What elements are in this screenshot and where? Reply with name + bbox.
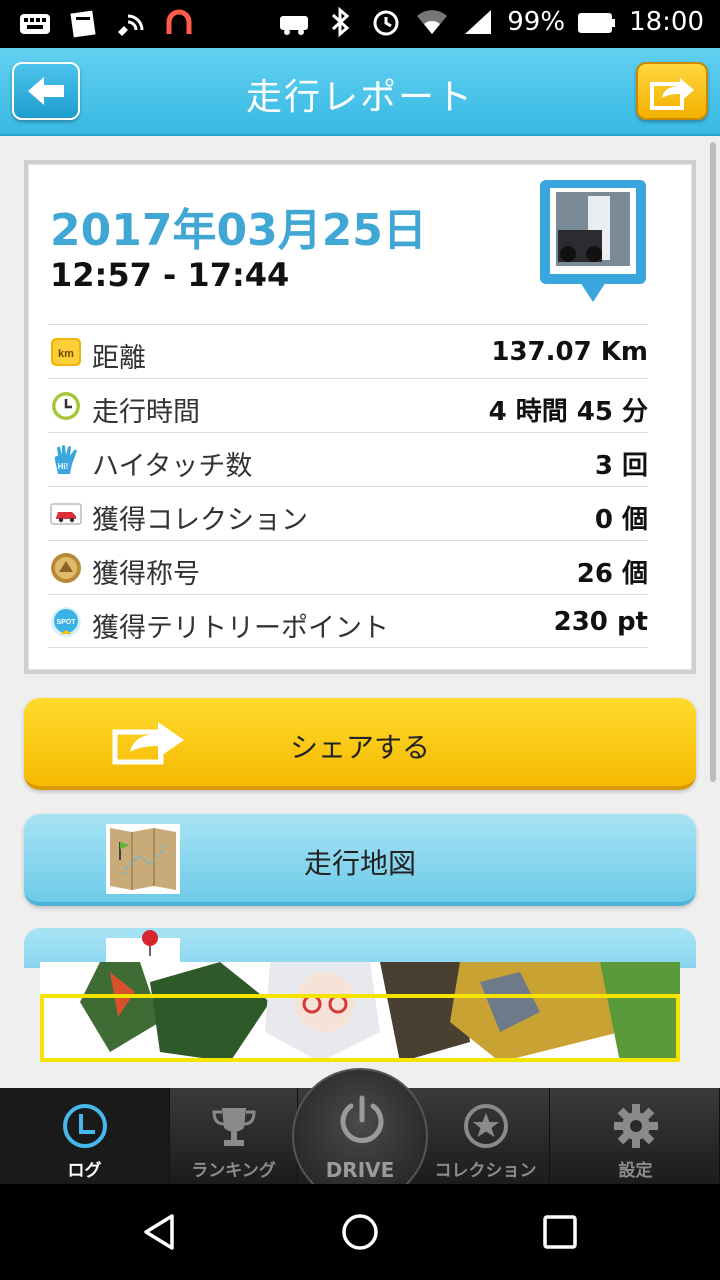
system-nav-bar (0, 1184, 720, 1280)
clock-icon (50, 390, 82, 422)
tab-settings-label: 設定 (618, 1161, 653, 1181)
nav-recents-icon[interactable] (540, 1212, 580, 1252)
title-bar: 走行レポート (0, 48, 720, 136)
page-title: 走行レポート (245, 77, 474, 118)
nav-home-icon[interactable] (340, 1212, 380, 1252)
tab-log-label: ログ (67, 1161, 102, 1181)
tab-log[interactable]: ログ (0, 1088, 170, 1184)
stat-value: 230 pt (553, 607, 648, 637)
drive-map-button-label: 走行地図 (303, 847, 416, 880)
scrollbar[interactable] (710, 142, 716, 782)
clock-time: 18:00 (629, 7, 704, 37)
stat-row-titles: 獲得称号 26 個 (48, 540, 648, 594)
report-date: 2017年03月25日 (50, 205, 427, 256)
share-button[interactable]: シェアする (24, 698, 696, 790)
battery-percent: 99% (507, 7, 566, 37)
bluetooth-icon (323, 6, 357, 38)
status-bar: 99% 18:00 (0, 0, 720, 48)
stat-value: 4 時間 45 分 (488, 397, 648, 427)
stat-row-collection: 獲得コレクション 0 個 (48, 486, 648, 540)
svg-text:km: km (58, 348, 74, 360)
app-notification-icon (66, 8, 100, 40)
medal-icon (50, 552, 82, 584)
stat-label: 距離 (92, 343, 146, 374)
report-time-range: 12:57 - 17:44 (50, 256, 290, 294)
log-clock-icon (62, 1104, 107, 1148)
stat-row-distance: km 距離 137.07 Km (48, 324, 648, 378)
wifi-calling-icon (114, 8, 148, 40)
nav-back-icon[interactable] (140, 1212, 180, 1252)
svg-text:SPOT: SPOT (56, 619, 76, 626)
stat-value: 0 個 (594, 505, 648, 535)
tab-ranking[interactable]: ランキング (170, 1088, 298, 1184)
stat-row-territory-points: SPOT 獲得テリトリーポイント 230 pt (48, 594, 648, 648)
car-mode-icon (277, 6, 311, 38)
tab-collection-label: コレクション (434, 1161, 537, 1181)
stat-value: 137.07 Km (491, 337, 648, 367)
stat-label: 獲得テリトリーポイント (92, 613, 389, 644)
stat-row-drive-time: 走行時間 4 時間 45 分 (48, 378, 648, 432)
share-button-label: シェアする (289, 731, 430, 764)
hi-five-hand-icon: Hi! (50, 444, 82, 476)
km-icon: km (50, 336, 82, 368)
tab-ranking-label: ランキング (191, 1161, 276, 1181)
tab-collection[interactable]: コレクション (422, 1088, 550, 1184)
stat-label: 獲得コレクション (92, 505, 308, 536)
alarm-icon (369, 6, 403, 38)
wifi-icon (415, 6, 449, 38)
signal-icon (461, 6, 495, 38)
tab-settings[interactable]: 設定 (552, 1088, 720, 1184)
gear-icon (613, 1104, 658, 1148)
stat-label: 獲得称号 (92, 559, 200, 590)
stat-value: 3 回 (594, 451, 648, 481)
drive-button-label: DRIVE (325, 1158, 395, 1182)
stat-row-high-touch: Hi! ハイタッチ数 3 回 (48, 432, 648, 486)
drive-map-button[interactable]: 走行地図 (24, 814, 696, 906)
horseshoe-icon (162, 8, 196, 40)
ad-frame-border (40, 994, 680, 1062)
photo-pin-thumbnail[interactable] (538, 178, 648, 310)
stat-label: ハイタッチ数 (92, 451, 253, 482)
stat-value: 26 個 (576, 559, 648, 589)
report-card: 2017年03月25日 12:57 - 17:44 km 距離 137.07 K… (24, 160, 696, 674)
car-card-icon (50, 498, 82, 530)
trophy-icon (211, 1108, 256, 1146)
share-header-button[interactable] (636, 62, 708, 120)
svg-text:Hi!: Hi! (58, 462, 69, 471)
share-arrow-icon (650, 78, 694, 110)
battery-icon (577, 6, 617, 38)
power-icon (340, 1095, 384, 1143)
keyboard-notification-icon (18, 8, 52, 40)
stats-list: km 距離 137.07 Km 走行時間 4 時間 45 分 Hi! ハイタッチ… (48, 324, 648, 648)
stat-label: 走行時間 (92, 397, 200, 428)
star-circle-icon (463, 1104, 508, 1148)
spot-badge-icon: SPOT (50, 606, 82, 638)
